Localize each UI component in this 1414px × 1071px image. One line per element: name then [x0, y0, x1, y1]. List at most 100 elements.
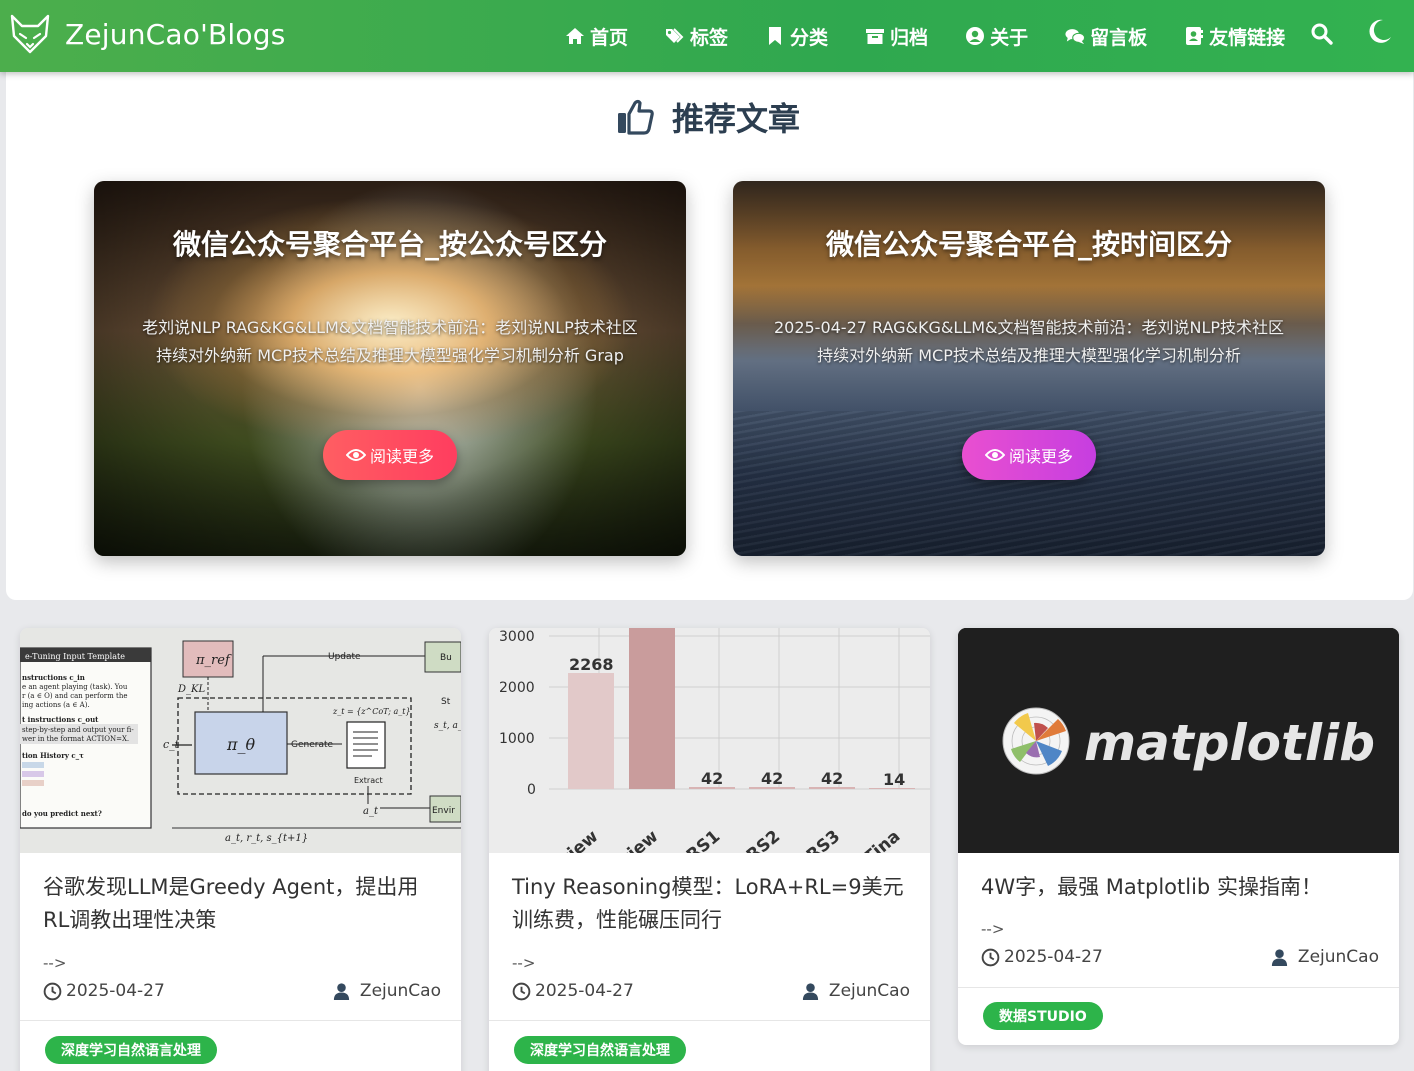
search-icon[interactable]	[1310, 22, 1334, 46]
article-arrow-text: -->	[512, 954, 536, 972]
diagram-text: step-by-step and output your fi-	[22, 726, 134, 734]
recommended-card-excerpt: 2025-04-27 RAG&KG&LLM&文档智能技术前沿：老刘说NLP技术社…	[755, 314, 1303, 370]
recommended-heading: 推荐文章	[672, 100, 801, 138]
article-meta: 2025-04-27 ZejunCao	[43, 979, 441, 1003]
read-more-label: 阅读更多	[1008, 447, 1073, 466]
diagram-panel-title: e-Tuning Input Template	[25, 652, 125, 661]
nav-item-label: 关于	[990, 26, 1029, 49]
nav-item-archive[interactable]: 归档	[865, 23, 928, 50]
article-card[interactable]: e-Tuning Input Template nstructions c_in…	[20, 628, 461, 1071]
diagram-text: π_ref	[195, 653, 232, 668]
article-date: 2025-04-27	[1004, 947, 1103, 967]
matplotlib-logo-image: matplotlib	[958, 628, 1399, 853]
article-cover-image[interactable]: e-Tuning Input Template nstructions c_in…	[20, 628, 461, 853]
read-more-button[interactable]: 阅读更多	[323, 430, 457, 480]
article-author[interactable]: ZejunCao	[829, 981, 910, 1001]
nav-item-label: 友情链接	[1209, 26, 1286, 49]
article-arrow-text: -->	[43, 954, 67, 972]
fox-logo-icon	[10, 14, 50, 54]
site-name: ZejunCao'Blogs	[65, 17, 286, 51]
article-cover-image[interactable]: 3000 2000 1000 0 2268 42 42 42 14 review…	[489, 628, 930, 853]
excerpt-line: 老刘说NLP RAG&KG&LLM&文档智能技术前沿：老刘说NLP技术社区	[142, 318, 638, 337]
diagram-text: π_θ	[226, 735, 256, 754]
eye-icon	[984, 449, 1005, 461]
user-circle-icon	[966, 27, 985, 45]
nav-item-label: 分类	[790, 26, 829, 49]
home-icon	[566, 28, 584, 44]
excerpt-line: 2025-04-27 RAG&KG&LLM&文档智能技术前沿：老刘说NLP技术社…	[773, 318, 1285, 337]
diagram-text: D_KL	[177, 684, 205, 695]
diagram-text: Envir	[432, 806, 455, 816]
diagram-text: Update	[328, 652, 361, 662]
article-category-tag[interactable]: 深度学习自然语言处理	[514, 1036, 686, 1064]
article-cover-image[interactable]: matplotlib	[958, 628, 1399, 853]
axis-tick-label: 3000	[499, 629, 535, 645]
top-navbar: ZejunCao'Blogs 首页 标签 分类 归档 关于 留言板 友情链接	[0, 0, 1414, 72]
excerpt-line: 持续对外纳新 MCP技术总结及推理大模型强化学习机制分析	[817, 346, 1241, 365]
diagram-text: ing actions (a ∈ A).	[22, 701, 90, 709]
diagram-text: t instructions c_out	[22, 715, 99, 724]
diagram-text: wer in the format ACTION=X.	[22, 735, 129, 743]
article-category-tag[interactable]: 数据STUDIO	[983, 1002, 1103, 1030]
diagram-text: Bu	[440, 653, 452, 663]
bar-data-label: 2268	[569, 655, 614, 674]
recommended-section: 推荐文章 微信公众号聚合平台_按公众号区分 老刘说NLP RAG&KG&LLM&…	[6, 72, 1413, 600]
card-divider	[958, 987, 1399, 988]
recommended-card[interactable]: 微信公众号聚合平台_按公众号区分 老刘说NLP RAG&KG&LLM&文档智能技…	[94, 181, 686, 556]
diagram-text: Extract	[354, 776, 383, 785]
diagram-text: z_t = {z^CoT; a_t}	[332, 707, 411, 716]
nav-item-label: 首页	[590, 26, 629, 49]
axis-tick-label: 2000	[499, 680, 535, 696]
nav-item-label: 归档	[890, 26, 929, 49]
diagram-text: do you predict next?	[22, 809, 102, 818]
chart-bar	[629, 628, 675, 789]
excerpt-line: 持续对外纳新 MCP技术总结及推理大模型强化学习机制分析 Grap	[156, 346, 624, 365]
bar-data-label: 42	[701, 769, 723, 788]
diagram-text: e an agent playing (task). You	[22, 683, 128, 691]
recommended-card-title[interactable]: 微信公众号聚合平台_按公众号区分	[94, 223, 686, 263]
bar-chart-thumbnail: 3000 2000 1000 0 2268 42 42 42 14 review…	[489, 628, 930, 853]
axis-tick-label: 1000	[499, 731, 535, 747]
article-card[interactable]: 3000 2000 1000 0 2268 42 42 42 14 review…	[489, 628, 930, 1071]
nav-item-home[interactable]: 首页	[565, 23, 628, 50]
thumbs-up-icon	[618, 99, 654, 135]
article-date: 2025-04-27	[66, 981, 165, 1001]
article-title[interactable]: Tiny Reasoning模型：LoRA+RL=9美元训练费，性能碾压同行	[512, 871, 912, 937]
nav-item-label: 留言板	[1090, 26, 1148, 49]
brand[interactable]: ZejunCao'Blogs	[10, 12, 286, 56]
nav-item-categories[interactable]: 分类	[765, 23, 828, 50]
article-meta: 2025-04-27 ZejunCao	[512, 979, 910, 1003]
nav-item-friend-links[interactable]: 友情链接	[1184, 23, 1285, 50]
diagram-text: St	[441, 697, 451, 707]
article-meta: 2025-04-27 ZejunCao	[981, 945, 1379, 969]
clock-icon	[512, 982, 531, 1000]
bar-data-label: 42	[761, 769, 783, 788]
moon-icon[interactable]	[1367, 18, 1393, 44]
nav-item-tags[interactable]: 标签	[665, 23, 728, 50]
article-card[interactable]: matplotlib 4W字，最强 Matplotlib 实操指南！ --> 2…	[958, 628, 1399, 1045]
nav-item-guestbook[interactable]: 留言板	[1065, 23, 1147, 50]
diagram-text: a_t, r_t, s_{t+1}	[225, 833, 308, 844]
nav-item-about[interactable]: 关于	[965, 23, 1028, 50]
eye-icon	[345, 449, 366, 461]
article-title[interactable]: 谷歌发现LLM是Greedy Agent，提出用RL调教出理性决策	[43, 871, 443, 937]
article-author[interactable]: ZejunCao	[360, 981, 441, 1001]
article-arrow-text: -->	[981, 920, 1005, 938]
article-author[interactable]: ZejunCao	[1298, 947, 1379, 967]
diagram-text: tion History c_τ	[22, 751, 84, 760]
comments-icon	[1065, 29, 1086, 45]
read-more-button[interactable]: 阅读更多	[962, 430, 1096, 480]
diagram-text: r (a ∈ O) and can perform the	[22, 692, 127, 700]
recommended-card[interactable]: 微信公众号聚合平台_按时间区分 2025-04-27 RAG&KG&LLM&文档…	[733, 181, 1325, 556]
clock-icon	[43, 982, 62, 1000]
article-title[interactable]: 4W字，最强 Matplotlib 实操指南！	[981, 871, 1381, 904]
archive-icon	[866, 29, 885, 44]
article-category-tag[interactable]: 深度学习自然语言处理	[45, 1036, 217, 1064]
tags-icon	[666, 28, 684, 43]
nav-item-label: 标签	[690, 26, 729, 49]
axis-tick-label: 0	[527, 782, 536, 798]
diagram-text: a_t	[363, 806, 379, 817]
article-date: 2025-04-27	[535, 981, 634, 1001]
read-more-label: 阅读更多	[369, 447, 434, 466]
recommended-card-title[interactable]: 微信公众号聚合平台_按时间区分	[733, 223, 1325, 263]
